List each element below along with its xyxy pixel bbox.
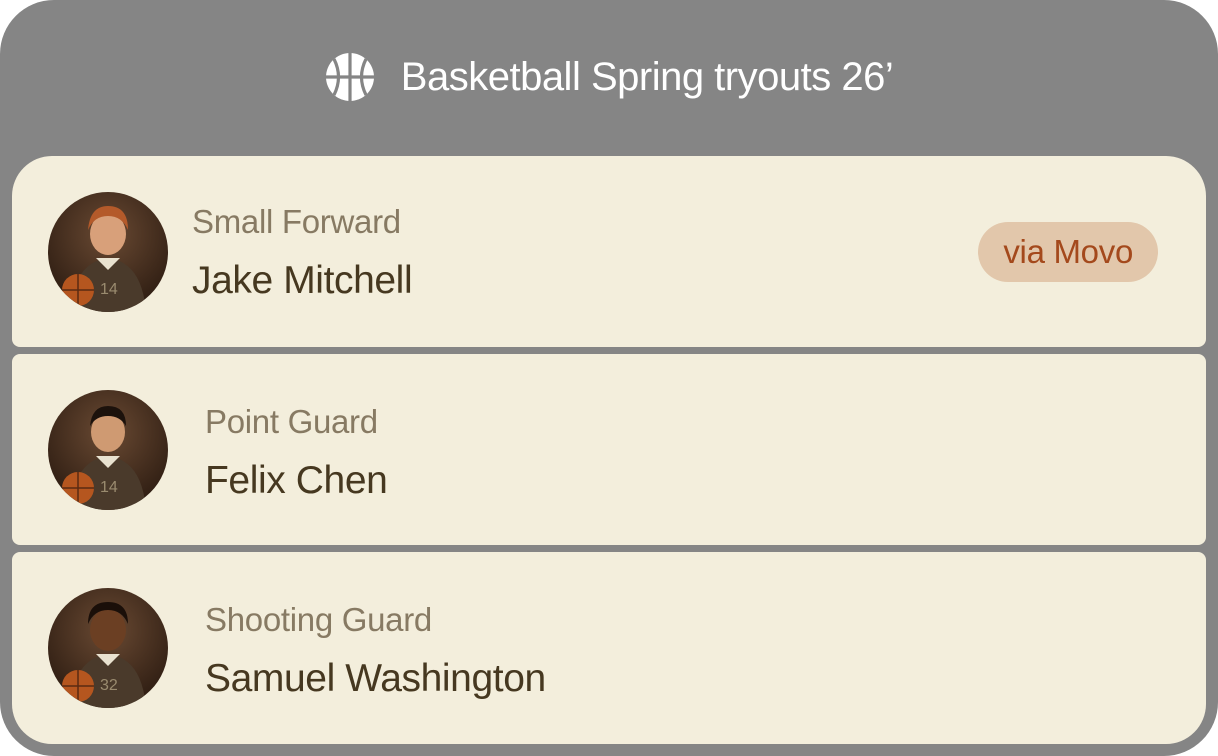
- player-card[interactable]: 14 Small Forward Jake Mitchell via Movo: [12, 156, 1206, 347]
- player-name: Felix Chen: [205, 459, 388, 502]
- player-info: Small Forward Jake Mitchell: [192, 200, 413, 306]
- player-card[interactable]: 14 Point Guard Felix Chen: [12, 354, 1206, 545]
- panel-header: Basketball Spring tryouts 26’: [0, 0, 1218, 156]
- avatar: 14: [48, 390, 168, 510]
- basketball-icon: [325, 53, 374, 101]
- player-role: Shooting Guard: [205, 601, 432, 638]
- player-info: Shooting Guard Samuel Washington: [205, 598, 546, 704]
- tryouts-panel: Basketball Spring tryouts 26’ 14 Small F…: [0, 0, 1218, 756]
- svg-text:14: 14: [100, 281, 118, 298]
- player-info: Point Guard Felix Chen: [205, 400, 388, 506]
- avatar: 14: [48, 192, 168, 312]
- player-name: Jake Mitchell: [192, 259, 413, 302]
- source-badge[interactable]: via Movo: [978, 222, 1158, 282]
- svg-text:14: 14: [100, 479, 118, 496]
- player-role: Point Guard: [205, 403, 378, 440]
- svg-text:32: 32: [100, 677, 118, 694]
- player-card[interactable]: 32 Shooting Guard Samuel Washington: [12, 552, 1206, 744]
- avatar: 32: [48, 588, 168, 708]
- player-name: Samuel Washington: [205, 657, 546, 700]
- page-title: Basketball Spring tryouts 26’: [400, 54, 894, 99]
- player-role: Small Forward: [192, 203, 401, 240]
